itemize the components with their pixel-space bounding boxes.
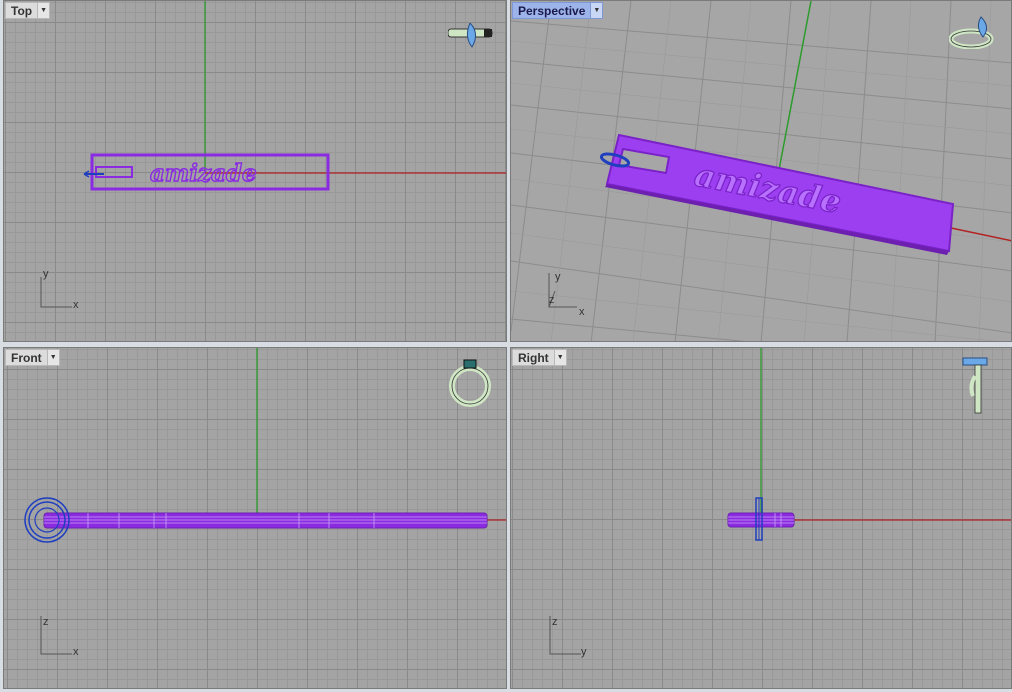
tag-slot [95, 166, 133, 178]
gizmo-h-label: x [73, 646, 79, 658]
gizmo-h-label: y [581, 646, 587, 658]
viewport-title-right[interactable]: Right ▼ [512, 349, 567, 366]
dropdown-arrow-icon[interactable]: ▼ [553, 349, 567, 366]
tag-body [43, 512, 488, 529]
ring-preview-icon[interactable] [448, 358, 494, 410]
tag-text: amizade [150, 160, 257, 187]
gizmo-v-label: y [43, 268, 49, 280]
dropdown-arrow-icon[interactable]: ▼ [590, 2, 604, 19]
gizmo-v-label: y [555, 271, 561, 283]
viewport-label-top: Top [5, 2, 38, 19]
viewport-title-top[interactable]: Top ▼ [5, 2, 51, 19]
viewport-right[interactable]: Right ▼ z y [510, 347, 1012, 689]
top-scene: amizade y x [40, 1, 506, 311]
viewport-label-perspective: Perspective [512, 2, 591, 19]
perspective-grid: amizade y z x [511, 1, 1011, 341]
viewport-title-front[interactable]: Front ▼ [5, 349, 60, 366]
axis-gizmo [40, 277, 72, 308]
viewport-title-perspective[interactable]: Perspective ▼ [512, 2, 604, 19]
viewport-label-right: Right [512, 349, 554, 366]
gizmo-h-label: x [73, 299, 79, 311]
dropdown-arrow-icon[interactable]: ▼ [46, 349, 60, 366]
ring-preview-icon[interactable] [961, 356, 991, 416]
viewport-front[interactable]: Front ▼ z x [3, 347, 507, 689]
dropdown-arrow-icon[interactable]: ▼ [37, 2, 51, 19]
gizmo-z-label: z [549, 294, 555, 306]
viewport-perspective[interactable]: amizade y z x Perspective ▼ [510, 0, 1012, 342]
gizmo-h-label: x [579, 306, 585, 318]
ring-preview-icon[interactable] [448, 23, 494, 53]
gizmo-v-label: z [552, 616, 558, 628]
gizmo-v-label: z [43, 616, 49, 628]
viewport-top[interactable]: Top ▼ amizade y x [3, 0, 507, 342]
right-scene: z y [549, 348, 1011, 658]
front-scene: z x [24, 348, 506, 658]
ring-preview-icon[interactable] [949, 15, 997, 49]
viewport-label-front: Front [5, 349, 47, 366]
